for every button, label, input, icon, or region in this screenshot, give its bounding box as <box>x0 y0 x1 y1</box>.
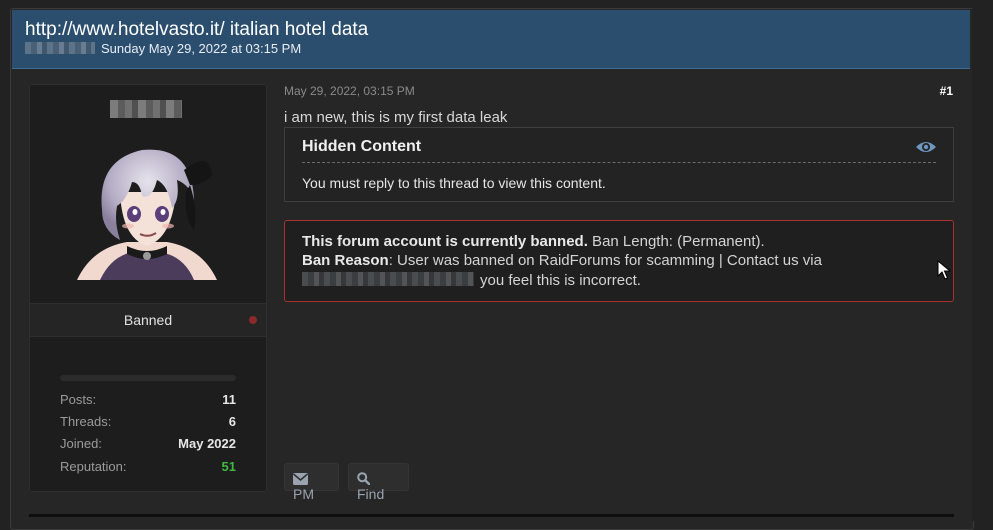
ban-line-3: you feel this is incorrect. <box>302 272 641 289</box>
user-status: Banned <box>123 312 173 328</box>
thread-date: Sunday May 29, 2022 at 03:15 PM <box>101 41 302 56</box>
right-gutter <box>972 0 993 521</box>
stat-value: May 2022 <box>178 436 236 451</box>
hidden-content-message: You must reply to this thread to view th… <box>302 175 606 191</box>
stat-value: 11 <box>222 392 236 407</box>
avatar[interactable] <box>72 130 222 280</box>
ban-notice: This forum account is currently banned. … <box>284 220 954 302</box>
pm-button[interactable]: PM <box>284 463 339 502</box>
stat-joined: Joined: May 2022 <box>60 436 236 451</box>
post-body: i am new, this is my first data leak <box>284 109 508 126</box>
stat-threads: Threads: 6 <box>60 414 236 429</box>
redacted-username[interactable] <box>110 100 182 118</box>
ban-length: Ban Length: (Permanent). <box>587 233 765 250</box>
ban-line-2: Ban Reason: User was banned on RaidForum… <box>302 252 822 269</box>
post-divider <box>29 514 954 517</box>
post-date: May 29, 2022, 03:15 PM <box>284 84 415 98</box>
stat-label: Posts: <box>60 392 97 407</box>
hidden-content-box: Hidden Content You must reply to this th… <box>284 127 954 202</box>
stat-label: Joined: <box>60 436 102 451</box>
find-button[interactable]: Find <box>348 463 409 502</box>
stat-label: Threads: <box>60 414 112 429</box>
search-icon <box>357 472 371 486</box>
stat-posts: Posts: 11 <box>60 392 236 407</box>
ban-suffix: you feel this is incorrect. <box>480 272 641 289</box>
post-number[interactable]: #1 <box>940 84 953 98</box>
stat-value[interactable]: 51 <box>222 459 236 474</box>
thread-meta: Sunday May 29, 2022 at 03:15 PM <box>25 41 301 56</box>
find-label: Find <box>357 486 385 502</box>
redacted-author <box>25 42 95 54</box>
ban-headline: This forum account is currently banned. <box>302 233 588 250</box>
user-sidebar: Banned Posts: 11 Threads: 6 Joined: May … <box>29 84 267 492</box>
ban-reason: : User was banned on RaidForums for scam… <box>388 252 822 269</box>
hidden-content-title: Hidden Content <box>302 138 422 155</box>
hidden-content-divider <box>302 162 936 163</box>
reputation-bar <box>60 375 236 381</box>
eye-icon[interactable] <box>915 139 937 155</box>
stat-reputation: Reputation: 51 <box>60 459 236 474</box>
ban-line-1: This forum account is currently banned. … <box>302 233 765 250</box>
envelope-icon <box>293 473 308 485</box>
redacted-contact <box>302 272 474 286</box>
thread-title: http://www.hotelvasto.it/ italian hotel … <box>25 19 369 40</box>
ban-reason-label: Ban Reason <box>302 252 389 269</box>
user-status-row: Banned <box>30 303 266 337</box>
stat-value: 6 <box>228 414 236 429</box>
pm-label: PM <box>293 486 314 502</box>
cursor-icon <box>937 260 951 280</box>
offline-indicator <box>249 316 257 324</box>
thread-header: http://www.hotelvasto.it/ italian hotel … <box>12 10 970 69</box>
stat-label: Reputation: <box>60 459 127 474</box>
